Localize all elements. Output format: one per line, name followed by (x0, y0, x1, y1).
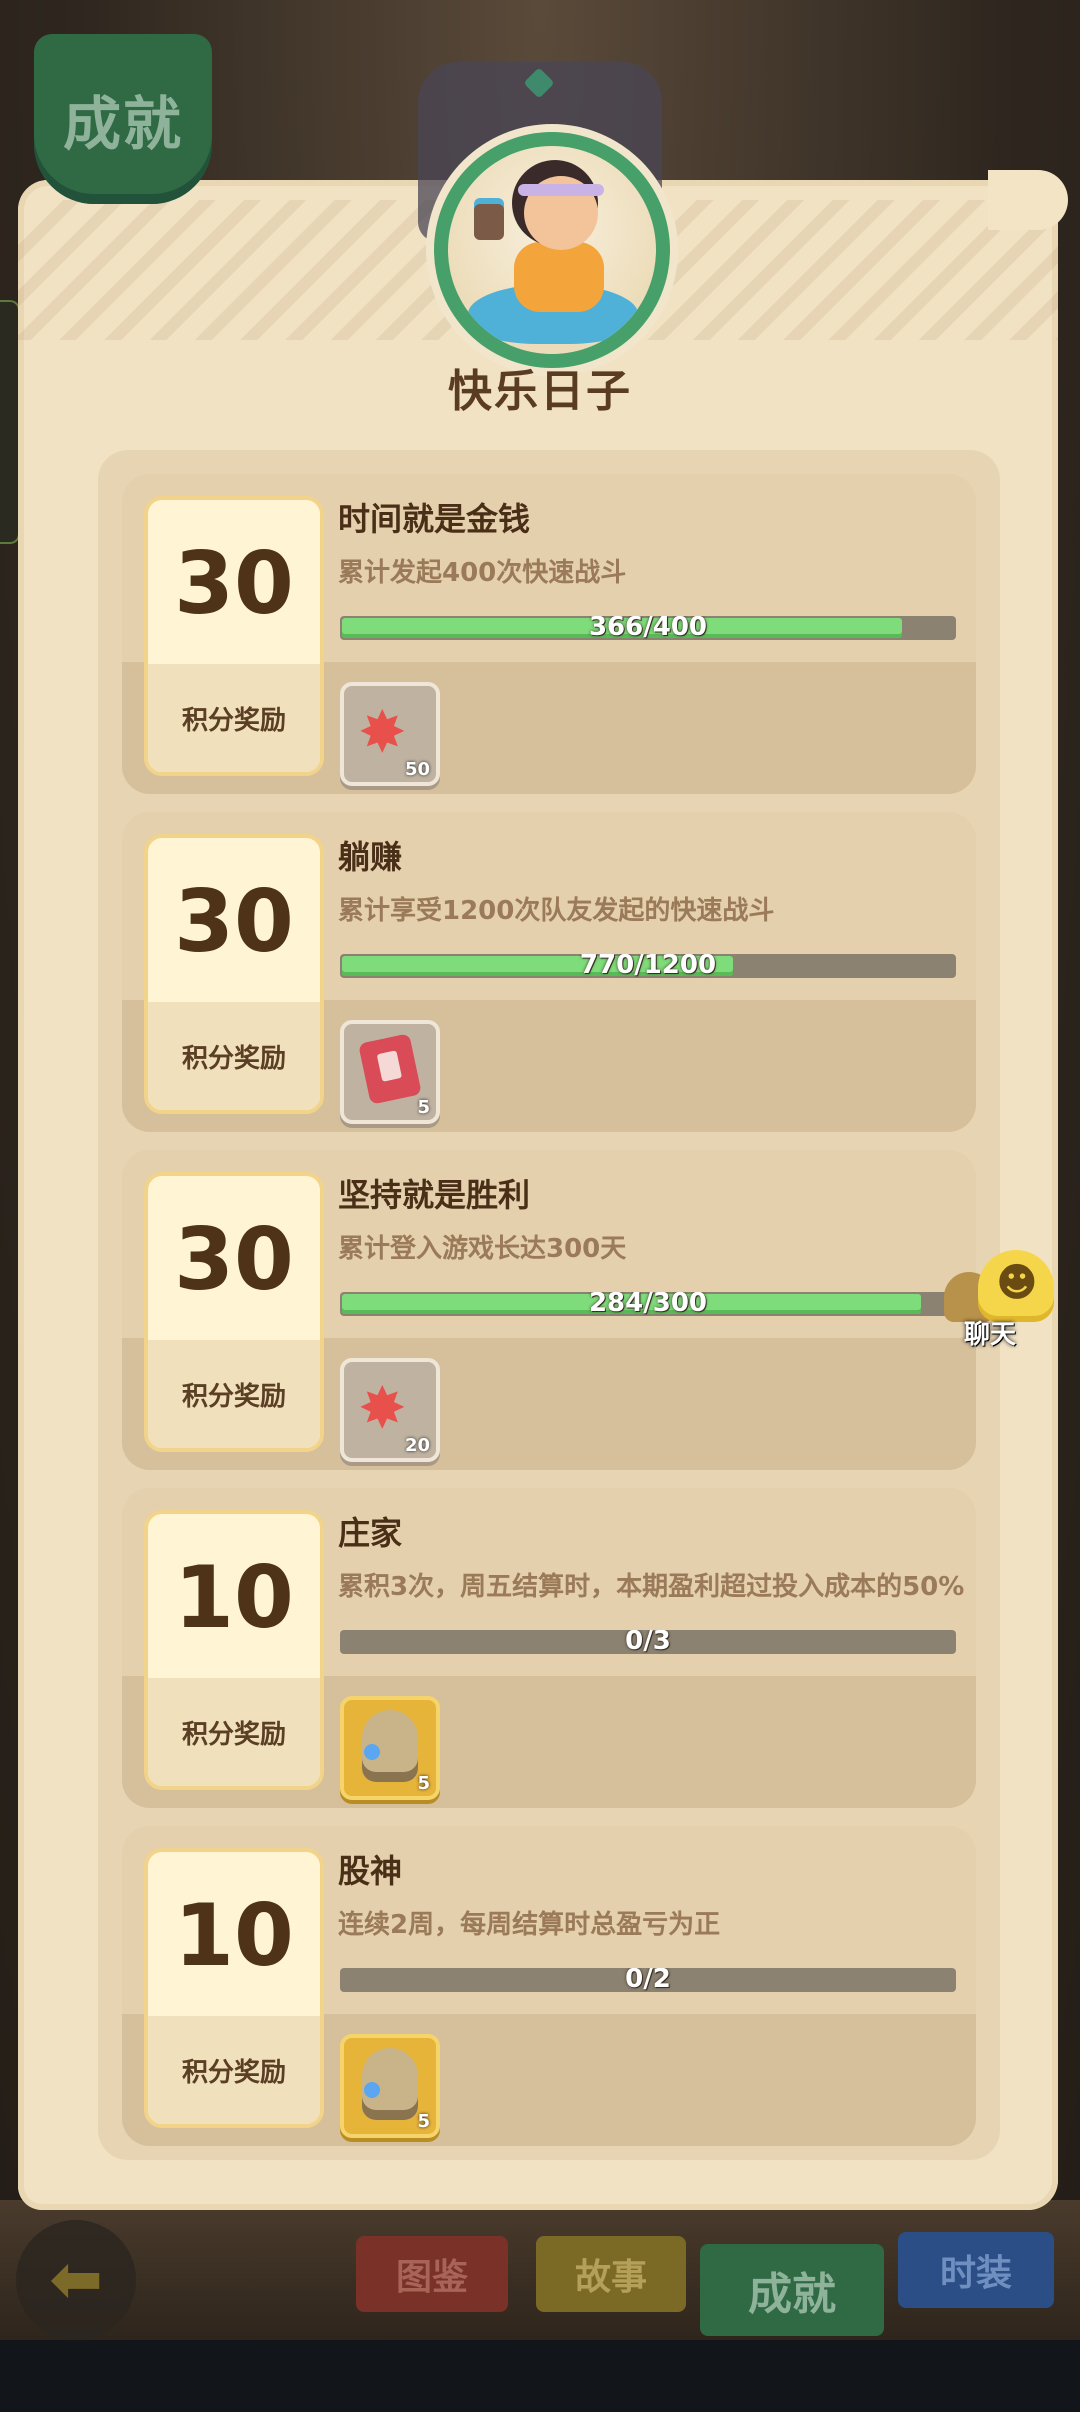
achievement-description: 累计享受1200次队友发起的快速战斗 (338, 896, 775, 926)
side-drawer-handle[interactable] (0, 300, 20, 544)
idol-icon (362, 2048, 418, 2120)
achievement-description: 累计登入游戏长达300天 (338, 1234, 627, 1264)
tab-achievements[interactable]: 成就 (700, 2244, 884, 2336)
starfish-icon: ✸ (358, 1374, 407, 1442)
points-value: 10 (174, 1548, 294, 1648)
achievement-title: 股神 (338, 1852, 403, 1890)
reward-count: 20 (404, 1435, 430, 1456)
chat-button[interactable]: 聊天 (944, 1250, 1064, 1350)
achievements-corner-tab: 成就 (34, 34, 212, 204)
achievement-title: 时间就是金钱 (338, 500, 531, 538)
progress-text: 284/300 (588, 1292, 708, 1316)
points-box: 30 积分奖励 (144, 496, 324, 776)
progress-text: 366/400 (588, 616, 708, 640)
reward-item[interactable]: 5 (340, 1696, 440, 1800)
back-button[interactable]: ⬅ (16, 2220, 136, 2340)
reward-item[interactable]: 5 (340, 1020, 440, 1124)
system-bar (0, 2340, 1080, 2412)
progress-bar: 770/1200 (340, 954, 956, 978)
achievement-card: 30 积分奖励 躺赚 累计享受1200次队友发起的快速战斗 770/1200 5 (122, 812, 976, 1132)
progress-text: 770/1200 (579, 954, 717, 978)
back-arrow-icon: ⬅ (49, 2243, 103, 2317)
reward-count: 50 (404, 759, 430, 780)
reward-count: 5 (417, 1097, 430, 1118)
scroll-end-decoration (988, 170, 1068, 230)
points-label: 积分奖励 (181, 705, 286, 736)
points-value: 10 (174, 1886, 294, 1986)
achievement-description: 累积3次，周五结算时，本期盈利超过投入成本的50% (338, 1572, 965, 1602)
points-box: 30 积分奖励 (144, 834, 324, 1114)
progress-bar: 0/2 (340, 1968, 956, 1992)
achievement-description: 累计发起400次快速战斗 (338, 558, 627, 588)
reward-count: 5 (417, 2111, 430, 2132)
achievement-card: 30 积分奖励 时间就是金钱 累计发起400次快速战斗 366/400 ✸ 50 (122, 474, 976, 794)
reward-item[interactable]: ✸ 50 (340, 682, 440, 786)
corner-tab-label: 成就 (62, 90, 183, 158)
points-value: 30 (174, 534, 294, 634)
progress-bar: 0/3 (340, 1630, 956, 1654)
points-label: 积分奖励 (181, 2057, 286, 2088)
starfish-icon: ✸ (358, 698, 407, 766)
points-label: 积分奖励 (181, 1381, 286, 1412)
points-label: 积分奖励 (181, 1719, 286, 1750)
points-value: 30 (174, 872, 294, 972)
points-value: 30 (174, 1210, 294, 1310)
achievement-card: 10 积分奖励 股神 连续2周，每周结算时总盈亏为正 0/2 5 (122, 1826, 976, 2146)
chat-ghost-icon (978, 1250, 1054, 1322)
achievement-list[interactable]: 30 积分奖励 时间就是金钱 累计发起400次快速战斗 366/400 ✸ 50… (98, 450, 1000, 2160)
chat-label: 聊天 (964, 1320, 1017, 1350)
points-box: 10 积分奖励 (144, 1510, 324, 1790)
page-title: 快乐日子 (448, 366, 632, 417)
category-emblem (434, 132, 670, 368)
points-label: 积分奖励 (181, 1043, 286, 1074)
tab-atlas[interactable]: 图鉴 (356, 2236, 508, 2312)
ticket-icon (358, 1033, 422, 1105)
progress-bar: 366/400 (340, 616, 956, 640)
reward-item[interactable]: 5 (340, 2034, 440, 2138)
progress-text: 0/2 (625, 1968, 671, 1992)
idol-icon (362, 1710, 418, 1782)
reward-item[interactable]: ✸ 20 (340, 1358, 440, 1462)
tab-story[interactable]: 故事 (536, 2236, 686, 2312)
points-box: 10 积分奖励 (144, 1848, 324, 2128)
caveman-icon (448, 146, 656, 354)
achievement-title: 躺赚 (338, 838, 403, 876)
tab-fashion[interactable]: 时装 (898, 2232, 1054, 2308)
achievement-card: 30 积分奖励 坚持就是胜利 累计登入游戏长达300天 284/300 ✸ 20 (122, 1150, 976, 1470)
achievement-description: 连续2周，每周结算时总盈亏为正 (338, 1910, 721, 1940)
reward-count: 5 (417, 1773, 430, 1794)
points-box: 30 积分奖励 (144, 1172, 324, 1452)
achievement-title: 坚持就是胜利 (338, 1176, 531, 1214)
achievement-card: 10 积分奖励 庄家 累积3次，周五结算时，本期盈利超过投入成本的50% 0/3… (122, 1488, 976, 1808)
achievement-title: 庄家 (338, 1514, 403, 1552)
progress-text: 0/3 (625, 1630, 671, 1654)
progress-bar: 284/300 (340, 1292, 956, 1316)
